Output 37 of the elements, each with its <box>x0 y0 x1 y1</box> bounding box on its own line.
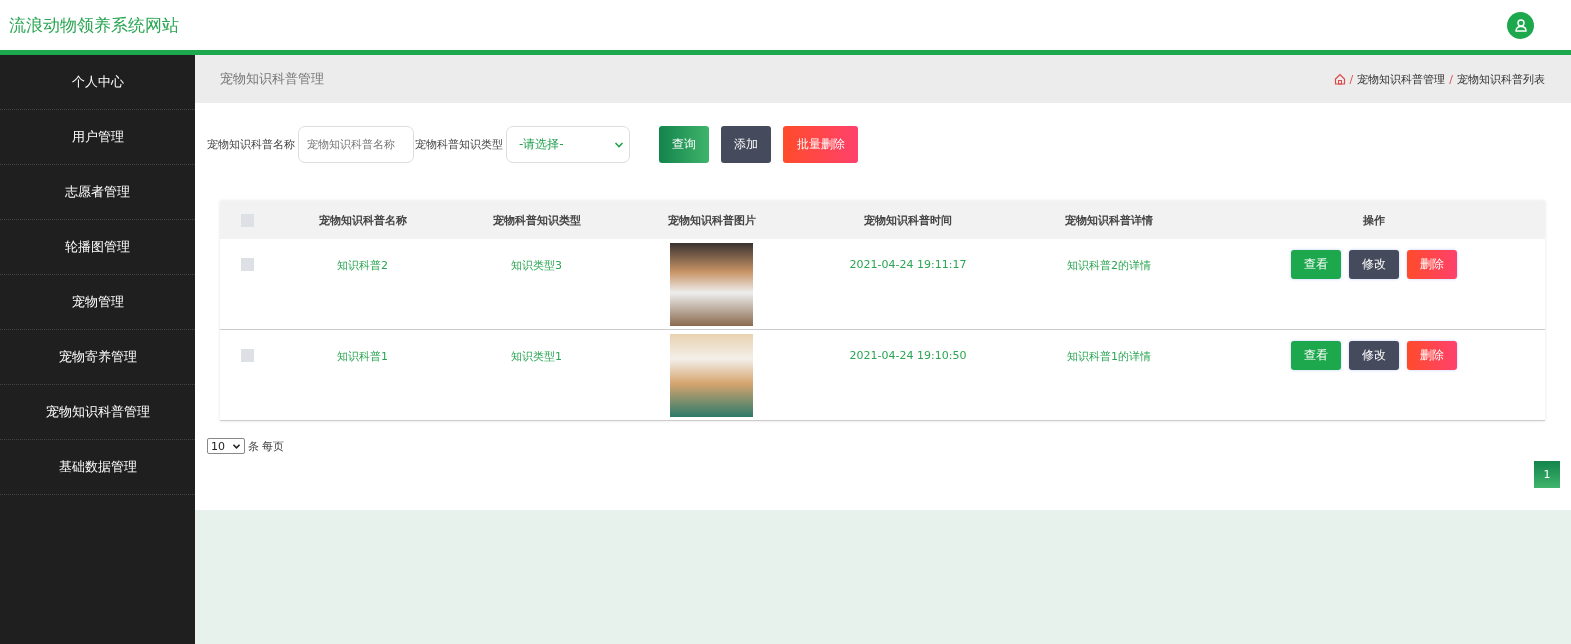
user-icon <box>1513 18 1528 32</box>
chevron-down-icon <box>614 140 624 149</box>
row-checkbox[interactable] <box>241 349 254 362</box>
chevron-down-icon <box>232 442 241 450</box>
page-title: 宠物知识科普管理 <box>220 70 324 88</box>
table-cell: 知识类型3 <box>511 258 562 273</box>
site-title: 流浪动物领养系统网站 <box>9 13 179 37</box>
page-size-select[interactable]: 10 <box>207 438 245 454</box>
page-size-label: 条 每页 <box>248 438 285 454</box>
table-cell: 知识科普2的详情 <box>1067 258 1151 273</box>
type-select[interactable]: -请选择- <box>506 126 630 163</box>
column-header: 宠物科普知识类型 <box>492 212 581 228</box>
home-icon[interactable] <box>1333 73 1346 85</box>
breadcrumb-item[interactable]: 宠物知识科普管理 <box>1357 71 1446 87</box>
table-cell: 知识科普1 <box>337 349 388 364</box>
user-avatar-button[interactable] <box>1507 11 1534 39</box>
filter-label: 宠物科普知识类型 <box>415 137 503 152</box>
table-cell: 知识科普1的详情 <box>1067 349 1151 364</box>
add-button[interactable]: 添加 <box>721 126 771 163</box>
column-header: 宠物知识科普图片 <box>667 212 756 228</box>
breadcrumb-separator: / <box>1349 72 1354 86</box>
column-header: 操作 <box>1362 212 1385 228</box>
filter-label: 宠物知识科普名称 <box>207 137 295 152</box>
table-cell: 知识科普2 <box>337 258 388 273</box>
table-cell: 2021-04-24 19:11:17 <box>849 258 967 271</box>
search-button[interactable]: 查询 <box>659 126 709 163</box>
column-header: 宠物知识科普详情 <box>1065 212 1153 228</box>
edit-button[interactable]: 修改 <box>1348 250 1399 279</box>
name-search-field[interactable]: 宠物知识科普名称 <box>298 126 414 163</box>
breadcrumb-separator: / <box>1449 72 1453 86</box>
column-header: 宠物知识科普名称 <box>318 212 407 228</box>
column-header: 宠物知识科普时间 <box>864 212 952 228</box>
row-checkbox[interactable] <box>241 258 254 271</box>
edit-button[interactable]: 修改 <box>1348 341 1399 370</box>
table-cell: 知识类型1 <box>511 349 562 364</box>
table-cell: 2021-04-24 19:10:50 <box>849 349 967 362</box>
breadcrumb-item[interactable]: 宠物知识科普列表 <box>1457 71 1545 87</box>
